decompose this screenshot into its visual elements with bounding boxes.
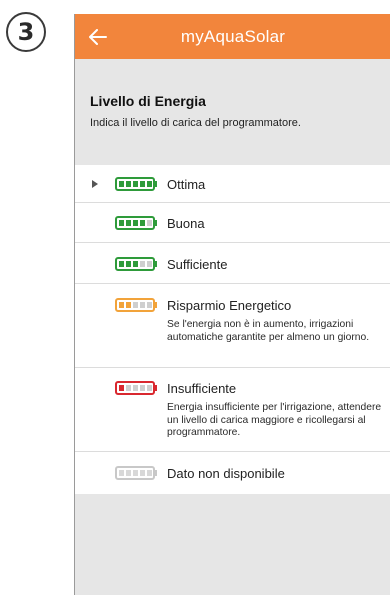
level-row-dato-non-disponibile[interactable]: Dato non disponibile bbox=[75, 452, 390, 494]
level-label: Buona bbox=[167, 216, 205, 231]
level-description: Energia insufficiente per l'irrigazione,… bbox=[167, 402, 382, 439]
battery-low-icon bbox=[115, 381, 157, 395]
selected-arrow-icon bbox=[92, 180, 98, 188]
battery-full-icon bbox=[115, 177, 157, 191]
section-title: Livello di Energia bbox=[90, 93, 206, 109]
battery-high-icon bbox=[115, 216, 157, 230]
battery-saving-icon bbox=[115, 298, 157, 312]
app-title: myAquaSolar bbox=[180, 26, 286, 46]
section-subtitle: Indica il livello di carica del programm… bbox=[90, 117, 301, 129]
battery-medium-icon bbox=[115, 257, 157, 271]
section-header: Livello di Energia Indica il livello di … bbox=[75, 59, 390, 165]
level-label: Dato non disponibile bbox=[167, 466, 285, 481]
phone-screen: myAquaSolar Livello di Energia Indica il… bbox=[74, 14, 390, 595]
level-label: Insufficiente bbox=[167, 381, 237, 396]
battery-unknown-icon bbox=[115, 466, 157, 480]
level-row-insufficiente[interactable]: Insufficiente Energia insufficiente per … bbox=[75, 368, 390, 452]
level-row-ottima[interactable]: Ottima bbox=[75, 165, 390, 203]
step-number-badge: 3 bbox=[6, 12, 46, 52]
level-row-buona[interactable]: Buona bbox=[75, 203, 390, 243]
level-row-sufficiente[interactable]: Sufficiente bbox=[75, 243, 390, 284]
level-description: Se l'energia non è in aumento, irrigazio… bbox=[167, 319, 370, 343]
app-bar: myAquaSolar bbox=[75, 14, 390, 59]
back-button[interactable] bbox=[81, 20, 115, 54]
level-label: Sufficiente bbox=[167, 257, 228, 272]
level-label: Ottima bbox=[167, 177, 206, 192]
level-label: Risparmio Energetico bbox=[167, 298, 292, 313]
arrow-left-icon bbox=[89, 29, 107, 45]
level-row-risparmio-energetico[interactable]: Risparmio Energetico Se l'energia non è … bbox=[75, 284, 390, 368]
energy-levels-list: Ottima Buona Sufficiente Risparmio Energ… bbox=[75, 165, 390, 494]
